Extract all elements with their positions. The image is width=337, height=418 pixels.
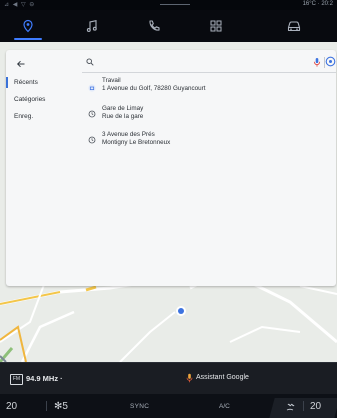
search-bar[interactable] bbox=[82, 54, 336, 73]
sidebar-item-recents[interactable]: Récents bbox=[6, 74, 76, 91]
list-item[interactable]: Gare de Limay Rue de la gare bbox=[84, 102, 336, 127]
climate-divider bbox=[303, 401, 304, 411]
location-pin-icon bbox=[23, 19, 33, 33]
status-bar: ⊿ ◀ ▽ ⊖ 16°C · 20:2 bbox=[0, 0, 337, 10]
fan-speed[interactable]: ✻5 bbox=[54, 401, 68, 412]
tab-navigation[interactable] bbox=[0, 10, 56, 42]
left-temperature[interactable]: 20 bbox=[6, 401, 17, 412]
climate-bar: 20 ✻5 SYNC A/C 20 bbox=[0, 394, 337, 418]
climate-divider bbox=[46, 401, 47, 411]
car-icon bbox=[287, 21, 301, 32]
google-assistant-button[interactable]: Assistant Google bbox=[196, 374, 249, 381]
fan-speed-value: 5 bbox=[62, 401, 68, 412]
temp-time-readout: 16°C · 20:2 bbox=[302, 1, 333, 7]
result-title: Gare de Limay bbox=[102, 105, 144, 112]
apps-grid-icon bbox=[210, 20, 222, 32]
work-pin-icon bbox=[88, 84, 96, 92]
result-title: 3 Avenue des Prés bbox=[102, 131, 155, 138]
status-handle bbox=[160, 4, 190, 5]
tab-music[interactable] bbox=[64, 10, 120, 42]
results-list: Travail 1 Avenue du Golf, 78280 Guyancou… bbox=[84, 76, 336, 154]
tab-vehicle[interactable] bbox=[266, 10, 322, 42]
result-title: Travail bbox=[102, 77, 121, 84]
search-icon bbox=[86, 58, 94, 66]
history-icon bbox=[88, 110, 96, 118]
list-item[interactable]: 3 Avenue des Prés Montigny Le Bretonneux bbox=[84, 128, 336, 153]
sidebar-item-categories[interactable]: Catégories bbox=[6, 91, 76, 108]
list-item[interactable]: Travail 1 Avenue du Golf, 78280 Guyancou… bbox=[84, 76, 336, 101]
top-nav-bar bbox=[0, 10, 337, 42]
microphone-icon[interactable] bbox=[313, 57, 321, 68]
radio-icon[interactable]: FM bbox=[10, 374, 23, 385]
right-temperature[interactable]: 20 bbox=[310, 401, 321, 412]
history-icon bbox=[88, 136, 96, 144]
sidebar-item-saved[interactable]: Enreg. bbox=[6, 108, 76, 125]
sync-button[interactable]: SYNC bbox=[130, 403, 149, 410]
tab-apps[interactable] bbox=[188, 10, 244, 42]
result-address: 1 Avenue du Golf, 78280 Guyancourt bbox=[102, 85, 206, 92]
sidebar: Récents Catégories Enreg. bbox=[6, 74, 76, 125]
search-panel: Récents Catégories Enreg. Travail 1 Aven… bbox=[6, 50, 336, 286]
phone-icon bbox=[149, 20, 160, 31]
result-address: Rue de la gare bbox=[102, 113, 144, 120]
radio-frequency[interactable]: 94.9 MHz · bbox=[26, 374, 63, 383]
back-arrow-icon[interactable] bbox=[16, 59, 26, 69]
result-address: Montigny Le Bretonneux bbox=[102, 139, 171, 146]
google-lens-icon[interactable] bbox=[325, 56, 336, 67]
music-note-icon bbox=[86, 20, 97, 32]
seat-heat-icon[interactable] bbox=[285, 402, 297, 412]
media-bar: FM 94.9 MHz · Assistant Google bbox=[0, 362, 337, 395]
tab-phone[interactable] bbox=[126, 10, 182, 42]
ac-button[interactable]: A/C bbox=[219, 403, 230, 410]
status-icons: ⊿ ◀ ▽ ⊖ bbox=[4, 2, 36, 8]
assistant-mic-icon[interactable] bbox=[186, 373, 193, 383]
